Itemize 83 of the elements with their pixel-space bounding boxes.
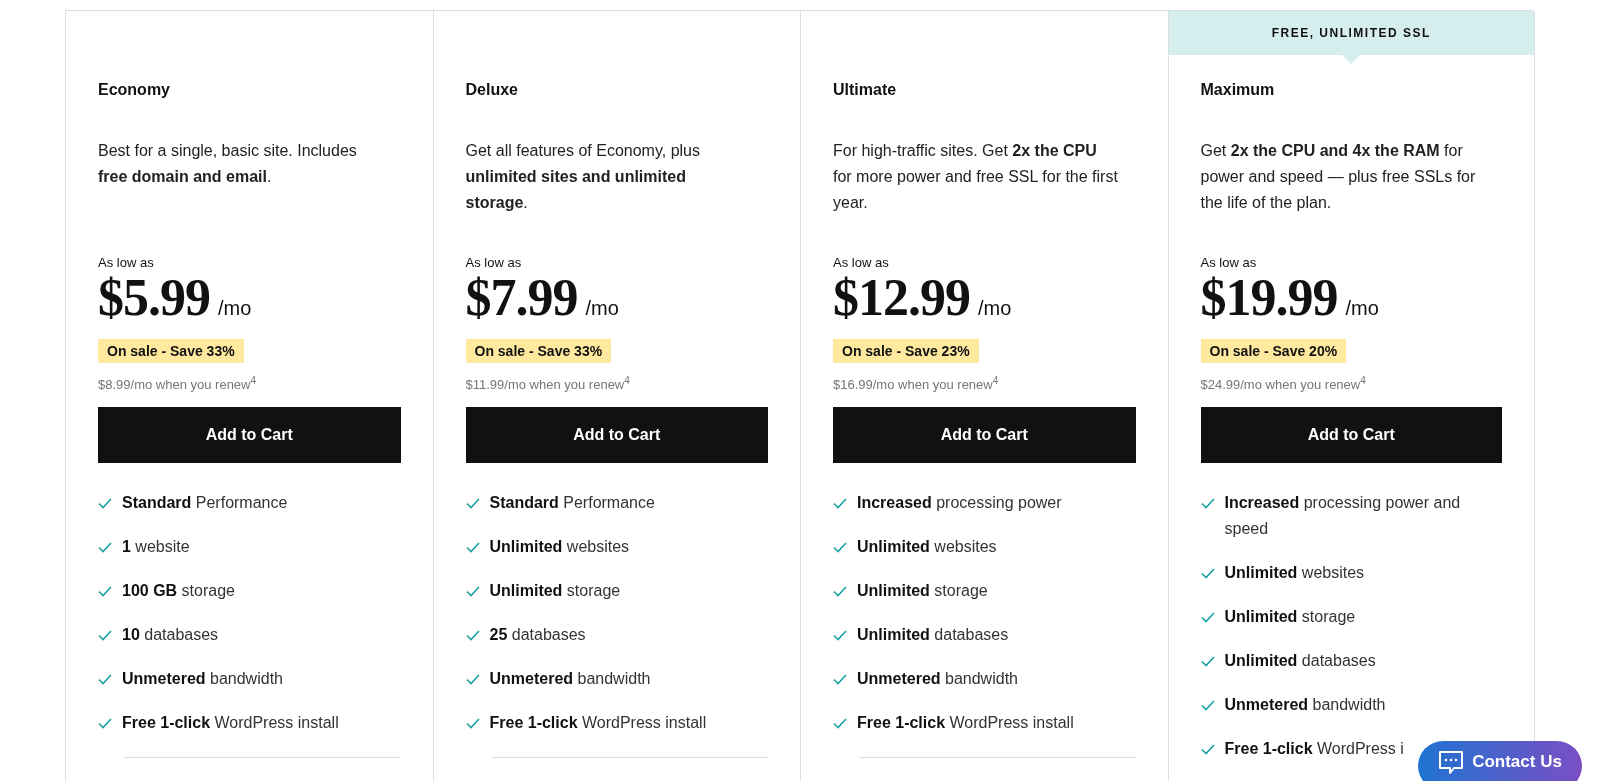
- price-label: As low as: [465, 255, 523, 271]
- feature-text: Unlimited storage: [1224, 607, 1356, 627]
- feature-text: Unlimited databases: [1224, 651, 1376, 671]
- feature-text: Free 1-click WordPress install: [122, 713, 339, 733]
- price-label: As low as: [1200, 255, 1258, 271]
- check-icon: [465, 542, 480, 553]
- check-icon: [833, 718, 847, 729]
- renewal-price: $8.99/mo when you renew$^{4}$: [98, 377, 258, 393]
- feature-text: Free 1-click WordPress install: [857, 713, 1074, 733]
- plan-description: For high-traffic sites. Get 2x the CPU for more power and free SSL for the first year.: [833, 141, 1118, 213]
- renewal-price: $11.99/mo when you renew$^{4}$: [465, 377, 631, 393]
- plan-description: Best for a single, basic site. Includes free domain and email.: [98, 141, 358, 187]
- check-icon: [1200, 700, 1215, 711]
- price-period: /mo: [218, 296, 252, 321]
- feature-text: Increased processing power and speed: [1224, 493, 1462, 539]
- sale-badge: On sale - Save 23%: [833, 339, 979, 363]
- check-icon: [465, 498, 480, 509]
- feature-text: 1 website: [122, 537, 190, 557]
- add-to-cart-button[interactable]: Add to Cart: [98, 407, 401, 463]
- feature-text: Unlimited storage: [857, 581, 988, 601]
- feature-text: Standard Performance: [489, 493, 655, 513]
- add-to-cart-button[interactable]: Add to Cart: [465, 407, 768, 463]
- check-icon: [98, 630, 112, 641]
- ribbon-text: FREE, UNLIMITED SSL: [1271, 25, 1431, 42]
- check-icon: [1200, 568, 1215, 579]
- check-icon: [833, 586, 847, 597]
- price: $7.99: [465, 273, 578, 323]
- feature-text: Increased processing power: [857, 493, 1062, 513]
- renewal-price: $16.99/mo when you renew$^{4}$: [833, 377, 1000, 393]
- price: $19.99: [1200, 273, 1338, 323]
- check-icon: [833, 674, 847, 685]
- plan-description: Get all features of Economy, plus unlimited sites and unlimited storage.: [465, 141, 701, 213]
- contact-us-button[interactable]: Contact Us: [1418, 741, 1582, 781]
- plan-name: Deluxe: [465, 80, 519, 100]
- feature-text: Unlimited websites: [857, 537, 997, 557]
- feature-text: 10 databases: [122, 625, 219, 645]
- check-icon: [98, 542, 112, 553]
- price-label: As low as: [833, 255, 890, 271]
- add-to-cart-button[interactable]: Add to Cart: [833, 407, 1136, 463]
- sale-badge: On sale - Save 33%: [465, 339, 612, 363]
- feature-text: Unmetered bandwidth: [1224, 695, 1386, 715]
- check-icon: [465, 674, 480, 685]
- price: $5.99: [98, 273, 210, 323]
- plan-description: Get 2x the CPU and 4x the RAM for power and speed — plus free SSLs for the life of the plan.: [1200, 141, 1477, 213]
- check-icon: [98, 586, 112, 597]
- feature-text: Unlimited websites: [489, 537, 630, 557]
- add-to-cart-button[interactable]: Add to Cart: [1200, 407, 1502, 463]
- feature-text: Free 1-click WordPress install: [489, 713, 707, 733]
- price-period: /mo: [585, 296, 619, 321]
- sale-badge: On sale - Save 20%: [1200, 339, 1347, 363]
- feature-text: Unmetered bandwidth: [857, 669, 1018, 689]
- check-icon: [98, 498, 112, 509]
- price-period: /mo: [1345, 296, 1379, 321]
- plan-name: Economy: [98, 80, 171, 100]
- feature-text: Unmetered bandwidth: [122, 669, 283, 689]
- check-icon: [1200, 498, 1215, 509]
- check-icon: [833, 630, 847, 641]
- price-period: /mo: [978, 296, 1012, 321]
- check-icon: [98, 718, 112, 729]
- renewal-price: $24.99/mo when you renew$^{4}$: [1200, 377, 1367, 393]
- feature-text: Free 1-click WordPress i: [1224, 739, 1404, 759]
- check-icon: [1200, 744, 1215, 755]
- feature-text: 25 databases: [489, 625, 586, 645]
- plan-name: Maximum: [1200, 80, 1276, 100]
- check-icon: [1200, 612, 1215, 623]
- feature-text: Unlimited databases: [857, 625, 1009, 645]
- feature-text: Standard Performance: [122, 493, 288, 513]
- chat-icon: [1438, 749, 1465, 775]
- check-icon: [833, 498, 847, 509]
- feature-text: 100 GB storage: [122, 581, 235, 601]
- check-icon: [465, 586, 480, 597]
- check-icon: [465, 718, 480, 729]
- sale-badge: On sale - Save 33%: [98, 339, 244, 363]
- check-icon: [833, 542, 847, 553]
- check-icon: [1200, 656, 1215, 667]
- feature-text: Unlimited websites: [1224, 563, 1365, 583]
- check-icon: [98, 674, 112, 685]
- feature-text: Unlimited storage: [489, 581, 621, 601]
- price: $12.99: [833, 273, 970, 323]
- plan-name: Ultimate: [833, 80, 898, 100]
- price-label: As low as: [98, 255, 155, 271]
- feature-text: Unmetered bandwidth: [489, 669, 651, 689]
- check-icon: [465, 630, 480, 641]
